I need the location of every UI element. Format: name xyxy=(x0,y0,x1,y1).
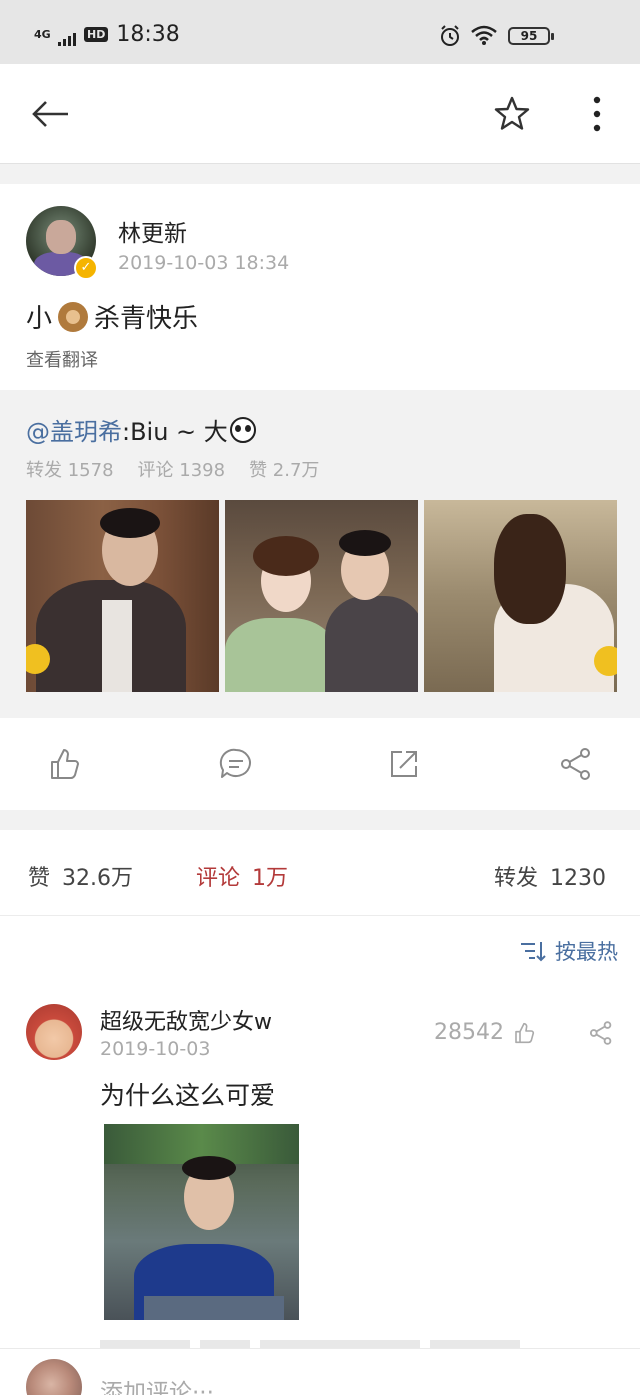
monkey-emoji-icon xyxy=(58,301,89,332)
comment-text: 为什么这么可爱 xyxy=(100,1081,276,1110)
photo-flower xyxy=(594,646,617,676)
comment-image[interactable] xyxy=(104,1124,299,1320)
likes-count: 32.6万 xyxy=(62,866,134,891)
network-type: 4G xyxy=(34,27,51,41)
photo-hair xyxy=(339,530,391,556)
comment-date: 2019-10-03 xyxy=(100,1038,211,1060)
mention-link[interactable]: @盖玥希 xyxy=(26,412,122,447)
verified-badge-icon: ✓ xyxy=(74,256,98,280)
star-outline-icon[interactable] xyxy=(490,92,534,136)
reposts-label: 转发 xyxy=(494,866,539,891)
signal-icon xyxy=(58,32,76,46)
photo-1[interactable] xyxy=(26,500,219,692)
more-vertical-icon[interactable] xyxy=(582,94,612,134)
post-text-part2: 杀青快乐 xyxy=(94,304,199,334)
back-arrow-icon[interactable] xyxy=(28,94,72,134)
comment-section: 按最热 超级无敌宽少女w 2019-10-03 28542 为什么这么可爱 xyxy=(0,916,640,1356)
comment-like-button[interactable]: 28542 xyxy=(434,1020,536,1045)
status-left: 4G HD 18:38 xyxy=(34,22,180,47)
comment-like-count: 28542 xyxy=(434,1020,504,1045)
thumbs-up-icon xyxy=(515,1022,535,1043)
reposted-content[interactable]: @盖玥希 :Biu ~ 大 转发 1578 评论 1398 赞 2.7万 xyxy=(0,390,640,718)
repost-body: :Biu ~ 大 xyxy=(122,418,228,446)
thumbs-up-icon[interactable] xyxy=(46,746,82,782)
battery-indicator: 95 xyxy=(508,27,554,45)
photo-2[interactable] xyxy=(225,500,418,692)
wifi-icon xyxy=(471,25,497,45)
image-person-jeans xyxy=(144,1296,284,1320)
photo-shirt xyxy=(102,600,132,692)
reposts-count: 1230 xyxy=(550,866,607,891)
repost-text: @盖玥希 :Biu ~ 大 xyxy=(26,412,256,447)
likes-label: 赞 xyxy=(28,866,51,891)
comment-username[interactable]: 超级无敌宽少女w xyxy=(100,1004,272,1036)
clock: 18:38 xyxy=(116,22,180,47)
repost-count: 转发 1578 xyxy=(26,460,114,481)
engagement-tabs: 赞 32.6万 评论 1万 转发 1230 xyxy=(0,830,640,916)
post-card: ✓ 林更新 2019-10-03 18:34 小 杀青快乐 查看翻译 xyxy=(0,184,640,390)
comments-label: 评论 xyxy=(196,866,241,891)
status-bar: 4G HD 18:38 95 xyxy=(0,0,640,64)
comment-input-bar: 添加评论··· xyxy=(0,1348,640,1395)
repost-icon[interactable] xyxy=(386,746,422,782)
sort-button[interactable]: 按最热 xyxy=(519,936,618,966)
share-icon[interactable] xyxy=(558,746,594,782)
photo-hair xyxy=(253,536,319,576)
current-user-avatar xyxy=(26,1359,82,1395)
post-text-part1: 小 xyxy=(26,304,53,334)
post-timestamp: 2019-10-03 18:34 xyxy=(118,252,290,274)
tab-likes[interactable]: 赞 32.6万 xyxy=(28,860,133,892)
author-name[interactable]: 林更新 xyxy=(118,214,187,248)
translate-link[interactable]: 查看翻译 xyxy=(26,346,98,372)
hd-badge: HD xyxy=(84,27,109,42)
sort-icon xyxy=(521,942,546,962)
photo-person xyxy=(325,596,418,692)
action-bar xyxy=(0,718,640,810)
image-person-hair xyxy=(182,1156,236,1180)
photo-person xyxy=(225,618,335,692)
photo-hair xyxy=(100,508,160,538)
panda-emoji-icon xyxy=(229,416,256,443)
repost-comment-count: 评论 1398 xyxy=(137,460,226,481)
comment-input[interactable]: 添加评论··· xyxy=(100,1373,214,1395)
sort-label: 按最热 xyxy=(555,940,618,964)
comments-count: 1万 xyxy=(252,866,289,891)
photo-hair xyxy=(494,514,566,624)
top-nav-bar xyxy=(0,64,640,164)
tab-comments[interactable]: 评论 1万 xyxy=(196,860,288,892)
alarm-icon xyxy=(441,25,459,46)
avatar-face xyxy=(46,220,76,254)
repost-like-count: 赞 2.7万 xyxy=(249,460,320,481)
photo-grid xyxy=(26,500,617,692)
photo-3[interactable] xyxy=(424,500,617,692)
comment-avatar[interactable] xyxy=(26,1004,82,1060)
comment-share-icon[interactable] xyxy=(588,1020,614,1046)
tab-reposts[interactable]: 转发 1230 xyxy=(494,860,606,892)
post-text: 小 杀青快乐 xyxy=(26,298,198,335)
comment-icon[interactable] xyxy=(218,746,254,782)
repost-stats: 转发 1578 评论 1398 赞 2.7万 xyxy=(26,456,319,482)
